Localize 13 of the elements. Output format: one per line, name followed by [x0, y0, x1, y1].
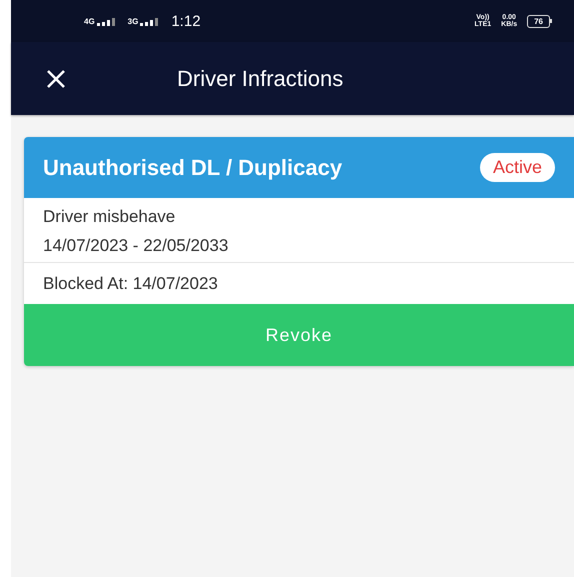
signal-icon [96, 18, 118, 26]
clock-time: 1:12 [171, 12, 201, 30]
date-range: 14/07/2023 - 22/05/2033 [43, 236, 230, 256]
revoke-button[interactable]: Revoke [24, 304, 574, 366]
infraction-reason: Driver misbehave [43, 207, 176, 227]
close-icon [46, 68, 66, 88]
network-label: 3G [128, 16, 138, 26]
infraction-title: Unauthorised DL / Duplicacy [43, 154, 342, 180]
battery-level: 76 [527, 14, 550, 28]
blocked-date: Blocked At: 14/07/2023 [42, 273, 219, 295]
status-badge: Active [480, 153, 555, 182]
network-label: 4G [84, 16, 95, 26]
screen-title: Driver Infractions [177, 66, 344, 92]
